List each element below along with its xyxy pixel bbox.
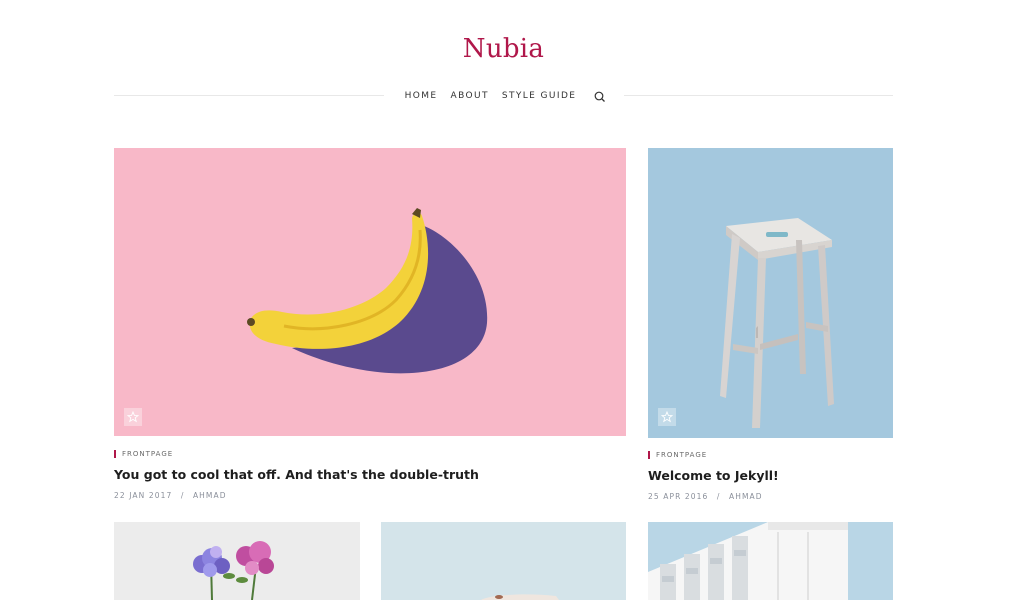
nav-home[interactable]: HOME	[405, 91, 438, 101]
main-nav: HOME ABOUT STYLE GUIDE	[395, 89, 617, 103]
post-author[interactable]: AHMAD	[193, 491, 227, 500]
meta-separator: /	[180, 491, 185, 500]
meta-separator: /	[716, 492, 721, 501]
nav-about[interactable]: ABOUT	[451, 91, 489, 101]
post-date: 25 APR 2016	[648, 492, 709, 501]
post-meta: 22 JAN 2017 / AHMAD	[114, 491, 227, 500]
post-thumbnail-banana[interactable]	[114, 148, 626, 436]
post-title[interactable]: Welcome to Jekyll!	[648, 468, 779, 483]
favorite-icon[interactable]	[658, 408, 676, 426]
search-icon[interactable]	[593, 89, 607, 103]
post-category[interactable]: FRONTPAGE	[648, 451, 707, 459]
post-category[interactable]: FRONTPAGE	[114, 450, 173, 458]
nav-divider-right	[624, 95, 893, 96]
nav-style-guide[interactable]: STYLE GUIDE	[502, 91, 577, 101]
post-thumbnail-flowers[interactable]	[114, 522, 360, 600]
post-thumbnail-figure[interactable]	[381, 522, 626, 600]
post-meta: 25 APR 2016 / AHMAD	[648, 492, 763, 501]
post-date: 22 JAN 2017	[114, 491, 173, 500]
post-thumbnail-stool[interactable]	[648, 148, 893, 438]
nav-divider-left	[114, 95, 384, 96]
post-author[interactable]: AHMAD	[729, 492, 763, 501]
post-title[interactable]: You got to cool that off. And that's the…	[114, 467, 479, 482]
favorite-icon[interactable]	[124, 408, 142, 426]
site-title[interactable]: Nubia	[0, 34, 1007, 64]
post-thumbnail-building[interactable]	[648, 522, 893, 600]
